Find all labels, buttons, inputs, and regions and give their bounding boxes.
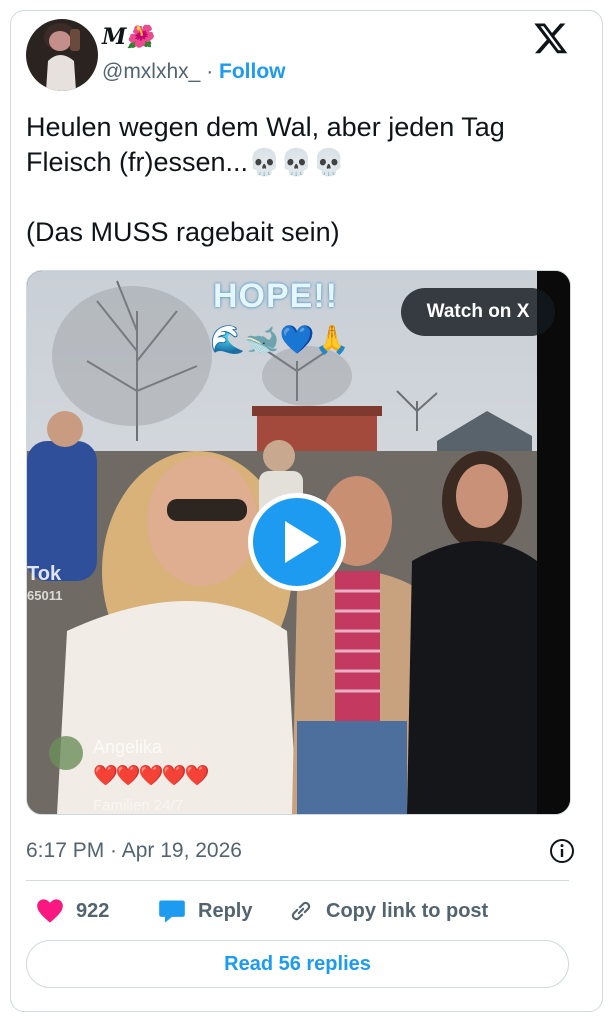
skull-emojis: 💀💀💀 xyxy=(248,147,346,177)
link-icon xyxy=(291,901,311,921)
heart-icon xyxy=(37,899,63,923)
like-count: 922 xyxy=(76,899,110,922)
info-icon[interactable] xyxy=(549,838,575,864)
play-button[interactable] xyxy=(248,493,346,591)
separator: · xyxy=(206,60,214,83)
like-button[interactable]: 922 xyxy=(36,895,109,927)
tweet-text-line3: (Das MUSS ragebait sein) xyxy=(26,217,340,247)
handle-line: @mxlxhx_ · Follow xyxy=(102,60,286,84)
timestamp[interactable]: 6:17 PM · Apr 19, 2026 xyxy=(26,839,242,862)
reply-bubble-icon xyxy=(159,900,185,923)
copy-link-button[interactable]: Copy link to post xyxy=(288,895,488,927)
reply-label: Reply xyxy=(198,899,253,922)
video-media[interactable]: HOPE!! 🌊🐋💙🙏 Tok 65011 Angelika ❤️❤️❤️❤️❤… xyxy=(26,270,571,815)
overlay-emojis: 🌊🐋💙🙏 xyxy=(210,324,350,355)
tweet-text-line1: Heulen wegen dem Wal, aber jeden Tag xyxy=(26,112,505,142)
play-icon xyxy=(285,521,319,563)
display-name[interactable]: M🌺 xyxy=(102,24,286,50)
copy-link-label: Copy link to post xyxy=(326,899,489,922)
read-replies-button[interactable]: Read 56 replies xyxy=(26,940,569,988)
overlay-title: HOPE!! xyxy=(213,277,338,315)
comment-avatar xyxy=(49,736,83,770)
comment-hearts: ❤️❤️❤️❤️❤️ xyxy=(93,765,210,787)
tiktok-watermark: Tok xyxy=(27,563,62,585)
comment-faded: Familien 24/7 xyxy=(93,797,184,814)
watch-on-x-button[interactable]: Watch on X xyxy=(401,288,555,336)
user-info: M🌺 @mxlxhx_ · Follow xyxy=(102,24,286,84)
tiktok-id: 65011 xyxy=(27,588,63,603)
action-bar: 922 Reply Copy link to post xyxy=(26,895,581,927)
tweet-text: Heulen wegen dem Wal, aber jeden Tag Fle… xyxy=(26,110,586,250)
avatar[interactable] xyxy=(26,19,98,91)
user-handle[interactable]: @mxlxhx_ xyxy=(102,60,200,83)
timestamp-row: 6:17 PM · Apr 19, 2026 xyxy=(26,836,581,866)
comment-name: Angelika xyxy=(93,737,163,757)
divider xyxy=(26,880,569,881)
reply-button[interactable]: Reply xyxy=(158,895,252,927)
tweet-text-line2: Fleisch (fr)essen... xyxy=(26,147,249,177)
x-logo-icon[interactable] xyxy=(533,20,569,56)
follow-button[interactable]: Follow xyxy=(219,60,286,83)
